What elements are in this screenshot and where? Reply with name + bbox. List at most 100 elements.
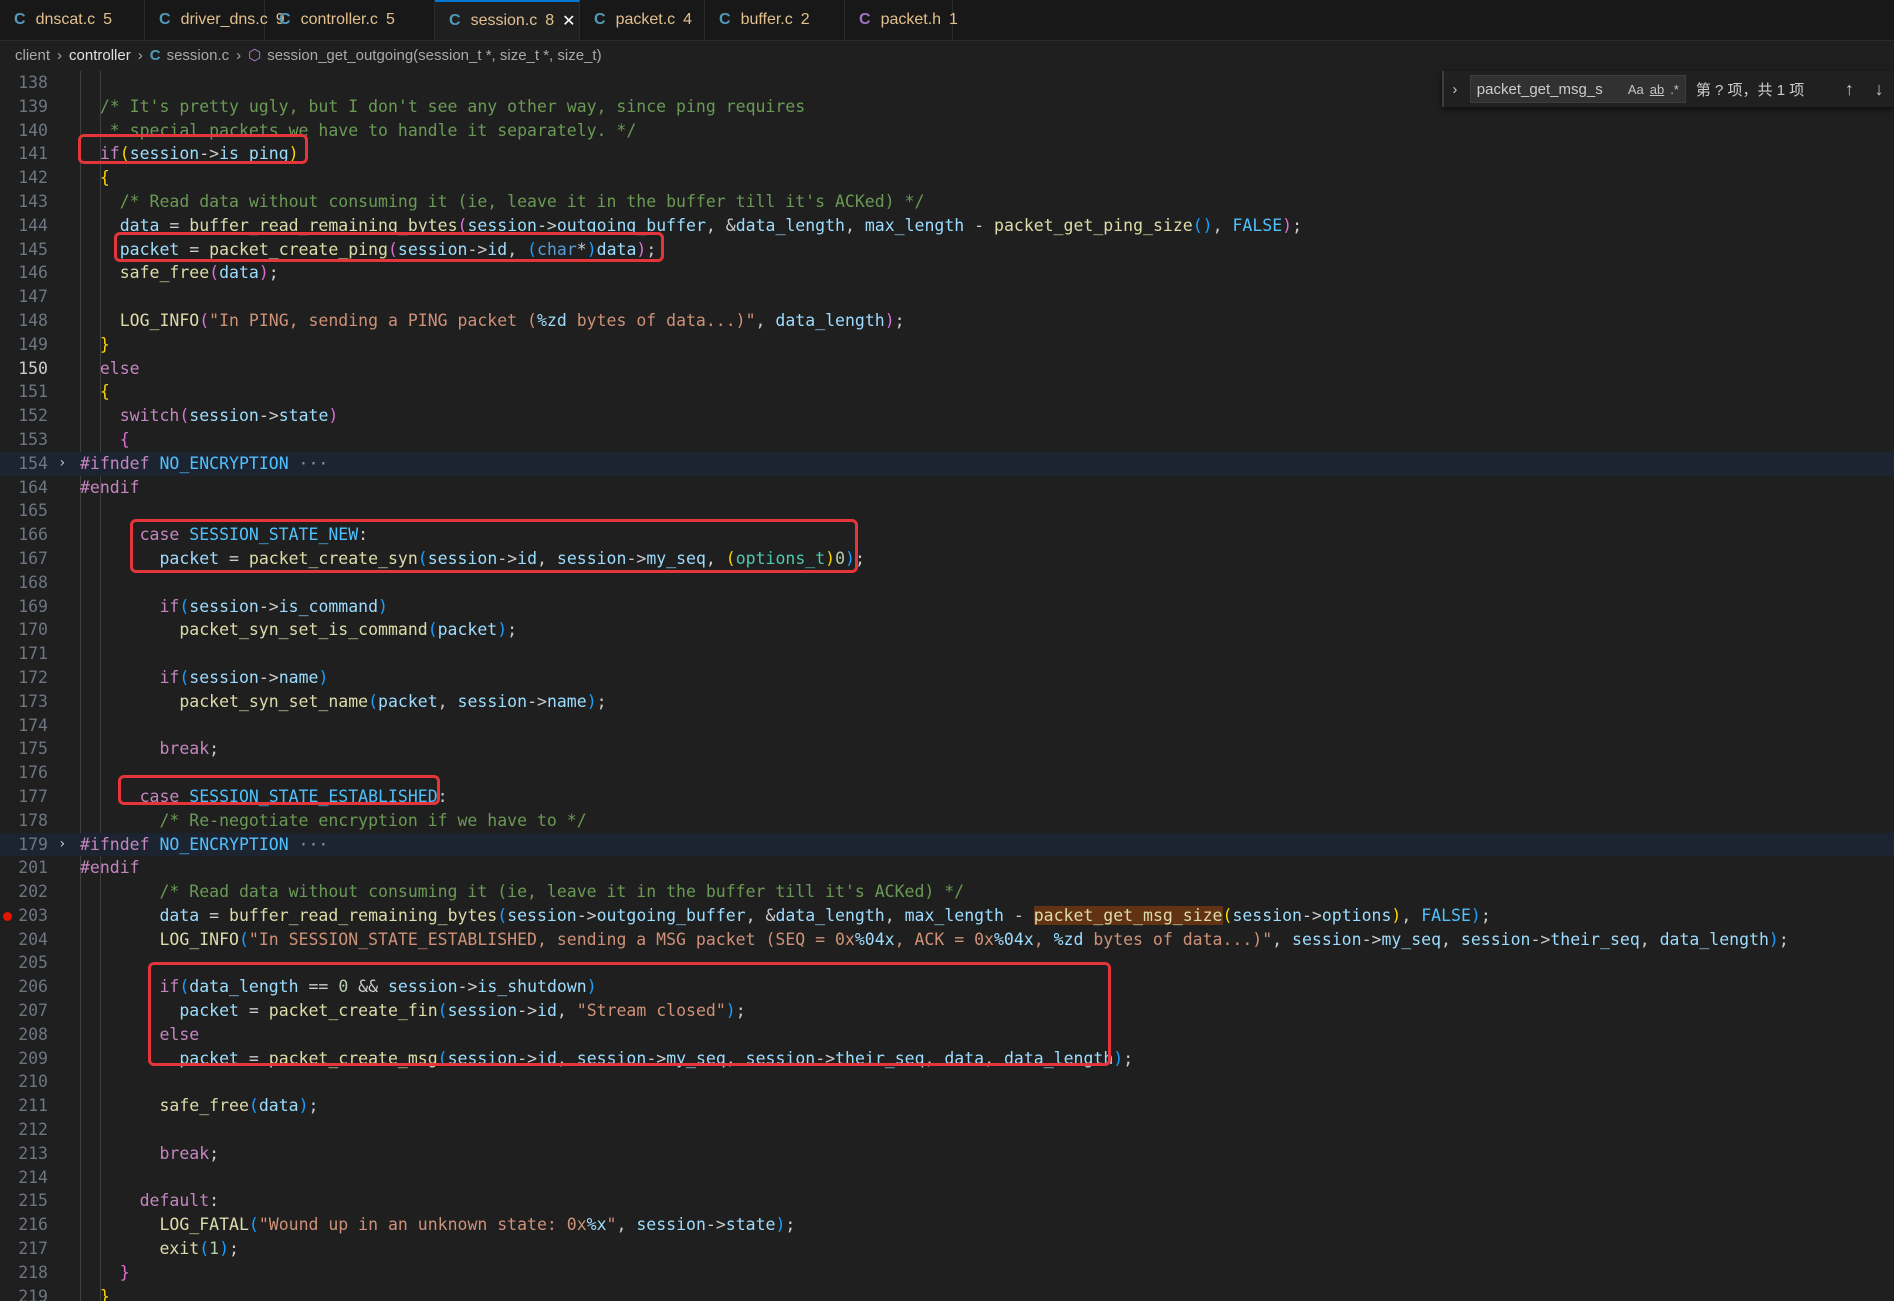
c-file-icon: C — [859, 11, 871, 28]
code-line: 145 packet = packet_create_ping(session-… — [0, 238, 1894, 262]
code-line: 219 } — [0, 1285, 1894, 1301]
find-input[interactable]: packet_get_msg_s Aa ab .* — [1469, 75, 1686, 103]
line-number: 211 — [18, 1096, 48, 1116]
code-line: 167 packet = packet_create_syn(session->… — [0, 547, 1894, 571]
code-editor[interactable]: 138 139 /* It's pretty ugly, but I don't … — [0, 71, 1894, 1301]
line-number: 140 — [18, 120, 48, 140]
line-number: 218 — [18, 1262, 48, 1282]
line-number: 139 — [18, 96, 48, 116]
line-number: 178 — [18, 810, 48, 830]
problem-count-badge: 4 — [683, 11, 693, 28]
line-number: 169 — [18, 596, 48, 616]
line-number: 204 — [18, 929, 48, 949]
code-text: default: — [80, 1191, 220, 1211]
line-number: 151 — [18, 382, 48, 402]
code-line: 151 { — [0, 380, 1894, 404]
arrow-up-icon[interactable]: ↑ — [1835, 79, 1865, 100]
line-number: 153 — [18, 429, 48, 449]
tab-session-c[interactable]: Csession.c 8 ✕ — [435, 0, 580, 40]
code-line: 209 packet = packet_create_msg(session->… — [0, 1047, 1894, 1071]
line-number: 152 — [18, 406, 48, 426]
code-text: * special packets we have to handle it s… — [80, 120, 637, 140]
tab-packet-h[interactable]: Cpacket.h 1 — [845, 0, 958, 40]
breadcrumb-item-symbol[interactable]: session_get_outgoing(session_t *, size_t… — [267, 47, 601, 64]
code-line: 148 LOG_INFO("In PING, sending a PING pa… — [0, 309, 1894, 333]
code-text: packet = packet_create_msg(session->id, … — [80, 1048, 1134, 1068]
code-line: 152 switch(session->state) — [0, 404, 1894, 428]
c-file-icon: C — [719, 11, 731, 28]
tab-buffer-c[interactable]: Cbuffer.c 2 — [705, 0, 845, 40]
code-text: } — [80, 1262, 130, 1282]
code-line: 215 default: — [0, 1189, 1894, 1213]
code-text: /* Read data without consuming it (ie, l… — [80, 882, 965, 902]
symbol-method-icon: ⬡ — [248, 47, 262, 64]
arrow-down-icon[interactable]: ↓ — [1864, 79, 1894, 100]
whole-word-toggle[interactable]: ab — [1650, 82, 1664, 97]
line-number: 173 — [18, 691, 48, 711]
code-text: if(session->is_command) — [80, 596, 388, 616]
code-line: 169 if(session->is_command) — [0, 595, 1894, 619]
code-text: /* It's pretty ugly, but I don't see any… — [80, 96, 806, 116]
code-line: 164 #endif — [0, 476, 1894, 500]
line-number: 177 — [18, 786, 48, 806]
code-text: packet_syn_set_is_command(packet); — [80, 620, 518, 640]
c-file-icon: C — [279, 11, 291, 28]
code-text: LOG_INFO("In SESSION_STATE_ESTABLISHED, … — [80, 929, 1789, 949]
line-number: 141 — [18, 144, 48, 164]
code-text: } — [80, 1286, 110, 1301]
code-line: 218 } — [0, 1261, 1894, 1285]
code-text: LOG_INFO("In PING, sending a PING packet… — [80, 310, 905, 330]
code-text: case SESSION_STATE_ESTABLISHED: — [80, 786, 448, 806]
code-text: else — [80, 1024, 200, 1044]
code-text: if(session->is_ping) — [80, 144, 299, 164]
tab-label: controller.c — [300, 11, 378, 28]
tab-label: driver_dns.c — [180, 11, 268, 28]
tab-packet-c[interactable]: Cpacket.c 4 — [580, 0, 705, 40]
line-number: 148 — [18, 310, 48, 330]
breadcrumb-item-controller[interactable]: controller — [69, 47, 131, 64]
code-line: 177 case SESSION_STATE_ESTABLISHED: — [0, 785, 1894, 809]
code-text: safe_free(data); — [80, 1096, 319, 1116]
code-line: 171 — [0, 642, 1894, 666]
line-number: 138 — [18, 73, 48, 92]
close-icon[interactable]: ✕ — [562, 11, 575, 31]
c-file-icon: C — [449, 12, 461, 29]
code-line: 179 › #ifndef NO_ENCRYPTION ··· — [0, 832, 1894, 857]
code-text: { — [80, 382, 110, 402]
toggle-replace-icon[interactable]: › — [1444, 81, 1466, 98]
match-case-toggle[interactable]: Aa — [1628, 82, 1644, 97]
tab-dnscat-c[interactable]: Cdnscat.c 5 — [0, 0, 145, 40]
find-query[interactable]: packet_get_msg_s — [1477, 81, 1628, 98]
tab-controller-c[interactable]: Ccontroller.c 5 — [265, 0, 435, 40]
line-number: 176 — [18, 763, 48, 783]
regex-toggle[interactable]: .* — [1670, 82, 1679, 97]
code-line: 143 /* Read data without consuming it (i… — [0, 190, 1894, 214]
code-text: data = buffer_read_remaining_bytes(sessi… — [80, 905, 1491, 925]
line-number: 166 — [18, 525, 48, 545]
tab-label: packet.h — [880, 11, 942, 28]
chevron-right-icon: › — [236, 46, 242, 64]
line-number: 145 — [18, 239, 48, 259]
line-number: 202 — [18, 882, 48, 902]
code-text: switch(session->state) — [80, 406, 339, 426]
match-count: 第 ? 项，共 1 项 — [1695, 81, 1805, 99]
line-number: 175 — [18, 739, 48, 759]
breadcrumb-item-client[interactable]: client — [15, 47, 50, 64]
code-line: 147 — [0, 285, 1894, 309]
breadcrumb-item-file[interactable]: session.c — [167, 47, 230, 64]
code-text: LOG_FATAL("Wound up in an unknown state:… — [80, 1215, 796, 1235]
problem-count-badge: 2 — [800, 11, 810, 28]
fold-chevron-icon[interactable]: › — [58, 452, 66, 476]
editor-tab-bar: Cdnscat.c 5 Cdriver_dns.c 9 Ccontroller.c 5 Cs… — [0, 0, 1894, 41]
line-number: 206 — [18, 977, 48, 997]
code-line: 141 if(session->is_ping) — [0, 142, 1894, 166]
line-number: 209 — [18, 1048, 48, 1068]
code-line: 154 › #ifndef NO_ENCRYPTION ··· — [0, 451, 1894, 476]
fold-chevron-icon[interactable]: › — [58, 833, 66, 857]
problem-count-badge: 5 — [103, 11, 113, 28]
code-line: 144 data = buffer_read_remaining_bytes(s… — [0, 214, 1894, 238]
find-widget: › packet_get_msg_s Aa ab .* 第 ? 项，共 1 项 … — [1442, 71, 1894, 107]
tab-driver-dns-c[interactable]: Cdriver_dns.c 9 — [145, 0, 285, 40]
line-number: 170 — [18, 620, 48, 640]
code-line: 214 — [0, 1166, 1894, 1190]
